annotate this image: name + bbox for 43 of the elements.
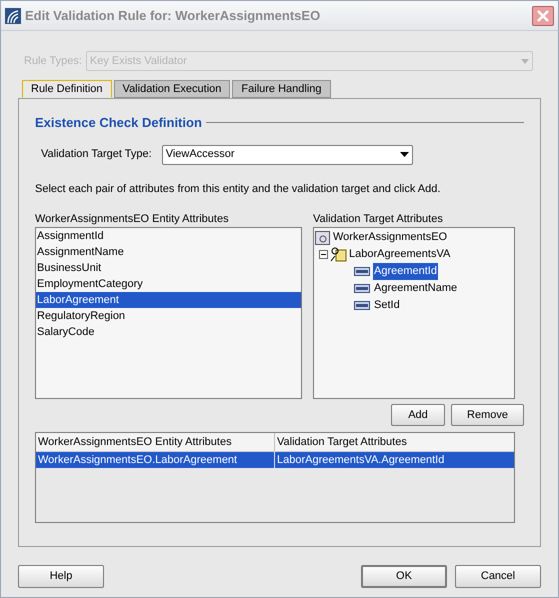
- add-button[interactable]: Add: [391, 404, 445, 426]
- app-logo-icon: [5, 8, 21, 24]
- window-title: Edit Validation Rule for: WorkerAssignmentsEO: [25, 6, 320, 25]
- cancel-button[interactable]: Cancel: [455, 565, 541, 588]
- attribute-icon: [354, 301, 370, 310]
- column-header[interactable]: Validation Target Attributes: [275, 433, 514, 451]
- tree-item[interactable]: SetId: [373, 297, 401, 314]
- list-item[interactable]: RegulatoryRegion: [36, 308, 301, 324]
- list-item[interactable]: AssignmentName: [36, 244, 301, 260]
- list-item[interactable]: AssignmentId: [36, 228, 301, 244]
- collapse-icon[interactable]: [319, 250, 328, 259]
- list-item[interactable]: BusinessUnit: [36, 260, 301, 276]
- list-item[interactable]: SalaryCode: [36, 324, 301, 340]
- view-accessor-icon: [330, 247, 347, 262]
- list-label: WorkerAssignmentsEO Entity Attributes: [35, 212, 230, 227]
- section-title: Existence Check Definition: [35, 114, 202, 132]
- tree-item[interactable]: WorkerAssignmentsEO: [333, 229, 448, 246]
- attribute-icon: [354, 267, 370, 276]
- help-button[interactable]: Help: [18, 565, 104, 588]
- dropdown-arrow-icon: [521, 58, 529, 64]
- tree-item[interactable]: AgreementName: [373, 280, 458, 297]
- tree-item[interactable]: LaborAgreementsVA: [349, 246, 450, 263]
- list-item[interactable]: EmploymentCategory: [36, 276, 301, 292]
- close-icon: [537, 10, 549, 22]
- close-button[interactable]: [532, 6, 554, 26]
- entity-icon: [315, 230, 330, 244]
- list-label: Validation Target Attributes: [313, 212, 444, 227]
- column-header[interactable]: WorkerAssignmentsEO Entity Attributes: [36, 433, 275, 451]
- tab[interactable]: Failure Handling: [232, 80, 331, 98]
- tree-item[interactable]: AgreementId: [373, 263, 438, 280]
- table-row[interactable]: WorkerAssignmentsEO.LaborAgreement LaborAgreementsVA.AgreementId: [36, 452, 514, 468]
- list-item[interactable]: LaborAgreement: [36, 292, 301, 308]
- remove-button[interactable]: Remove: [451, 404, 524, 426]
- table-cell: WorkerAssignmentsEO.LaborAgreement: [36, 452, 275, 468]
- tab[interactable]: Rule Definition: [22, 80, 112, 98]
- dropdown-arrow-icon: [400, 152, 409, 157]
- target-type-label: Validation Target Type:: [41, 147, 152, 162]
- table-cell-text: LaborAgreementsVA.AgreementId: [276, 453, 446, 468]
- instruction-text: Select each pair of attributes from this entity and the validation target and click Add.: [35, 182, 442, 196]
- ok-button[interactable]: OK: [361, 565, 447, 588]
- target-type-dropdown[interactable]: ViewAccessor: [162, 144, 413, 164]
- attribute-icon: [354, 284, 370, 293]
- tab[interactable]: Validation Execution: [114, 80, 230, 98]
